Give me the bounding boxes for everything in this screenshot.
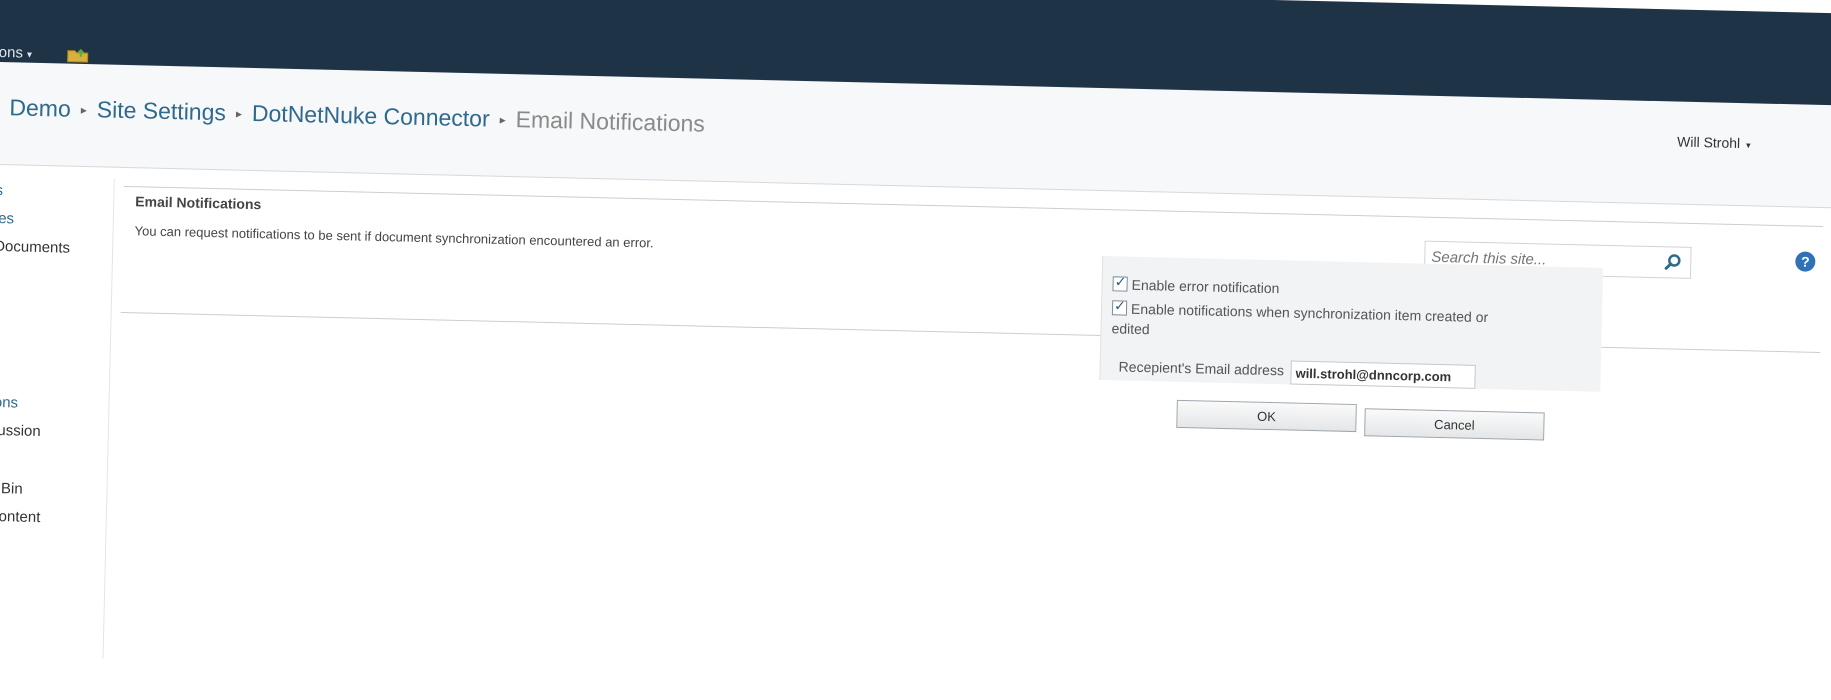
site-actions-menu[interactable]: ons ▾ <box>0 44 32 62</box>
enable-sync-checkbox[interactable]: ✓ <box>1111 297 1128 316</box>
folder-up-icon[interactable] <box>67 47 89 64</box>
site-actions-label: ons <box>0 43 24 62</box>
enable-error-checkbox[interactable]: ✓ <box>1112 273 1128 292</box>
quick-launch-nav: s ies Documents . ions cussion e Bin Con… <box>0 175 115 659</box>
nav-item-discussions[interactable]: ions <box>0 394 18 412</box>
enable-error-label: Enable error notification <box>1131 276 1280 297</box>
email-address-field[interactable] <box>1290 360 1476 389</box>
breadcrumb-link-demo[interactable]: Demo <box>9 94 71 121</box>
breadcrumb-link-dnn-connector[interactable]: DotNetNuke Connector <box>252 100 490 132</box>
nav-item-team-discussion[interactable]: cussion <box>0 422 41 440</box>
user-menu[interactable]: Will Strohl ▾ <box>1677 134 1751 152</box>
user-name: Will Strohl <box>1676 133 1741 152</box>
breadcrumb-link-site-settings[interactable]: Site Settings <box>97 96 227 125</box>
breadcrumb-separator-icon: ▸ <box>499 112 506 127</box>
enable-error-option[interactable]: ✓ Enable error notification <box>1112 273 1280 297</box>
enable-sync-label-line2: edited <box>1111 320 1150 338</box>
chevron-down-icon: ▾ <box>26 49 33 61</box>
checkmark-icon: ✓ <box>1113 297 1127 314</box>
enable-sync-option[interactable]: ✓ Enable notifications when synchronizati… <box>1111 297 1489 326</box>
nav-item-lists[interactable]: s <box>0 182 3 199</box>
notification-options-panel: ✓ Enable error notification ✓ Enable notif… <box>1099 256 1604 392</box>
breadcrumb-current-page: Email Notifications <box>515 106 706 137</box>
breadcrumb-separator-icon: ▸ <box>235 106 243 121</box>
enable-sync-label-line1: Enable notifications when synchronizatio… <box>1130 300 1489 326</box>
checkmark-icon: ✓ <box>1114 273 1127 290</box>
email-address-label: Recepient's Email address <box>1118 358 1285 379</box>
chevron-down-icon: ▾ <box>1745 140 1751 151</box>
section-title: Email Notifications <box>135 193 262 213</box>
breadcrumb-separator-icon: ▸ <box>80 102 87 118</box>
nav-item-all-site-content[interactable]: Content <box>0 508 41 526</box>
ok-button[interactable]: OK <box>1176 399 1357 433</box>
nav-item-shared-documents[interactable]: Documents <box>0 238 70 257</box>
nav-item-libraries[interactable]: ies <box>0 210 14 227</box>
cancel-button[interactable]: Cancel <box>1364 408 1545 441</box>
section-description: You can request notifications to be sent… <box>134 223 654 251</box>
nav-item-recycle-bin[interactable]: e Bin <box>0 480 23 498</box>
